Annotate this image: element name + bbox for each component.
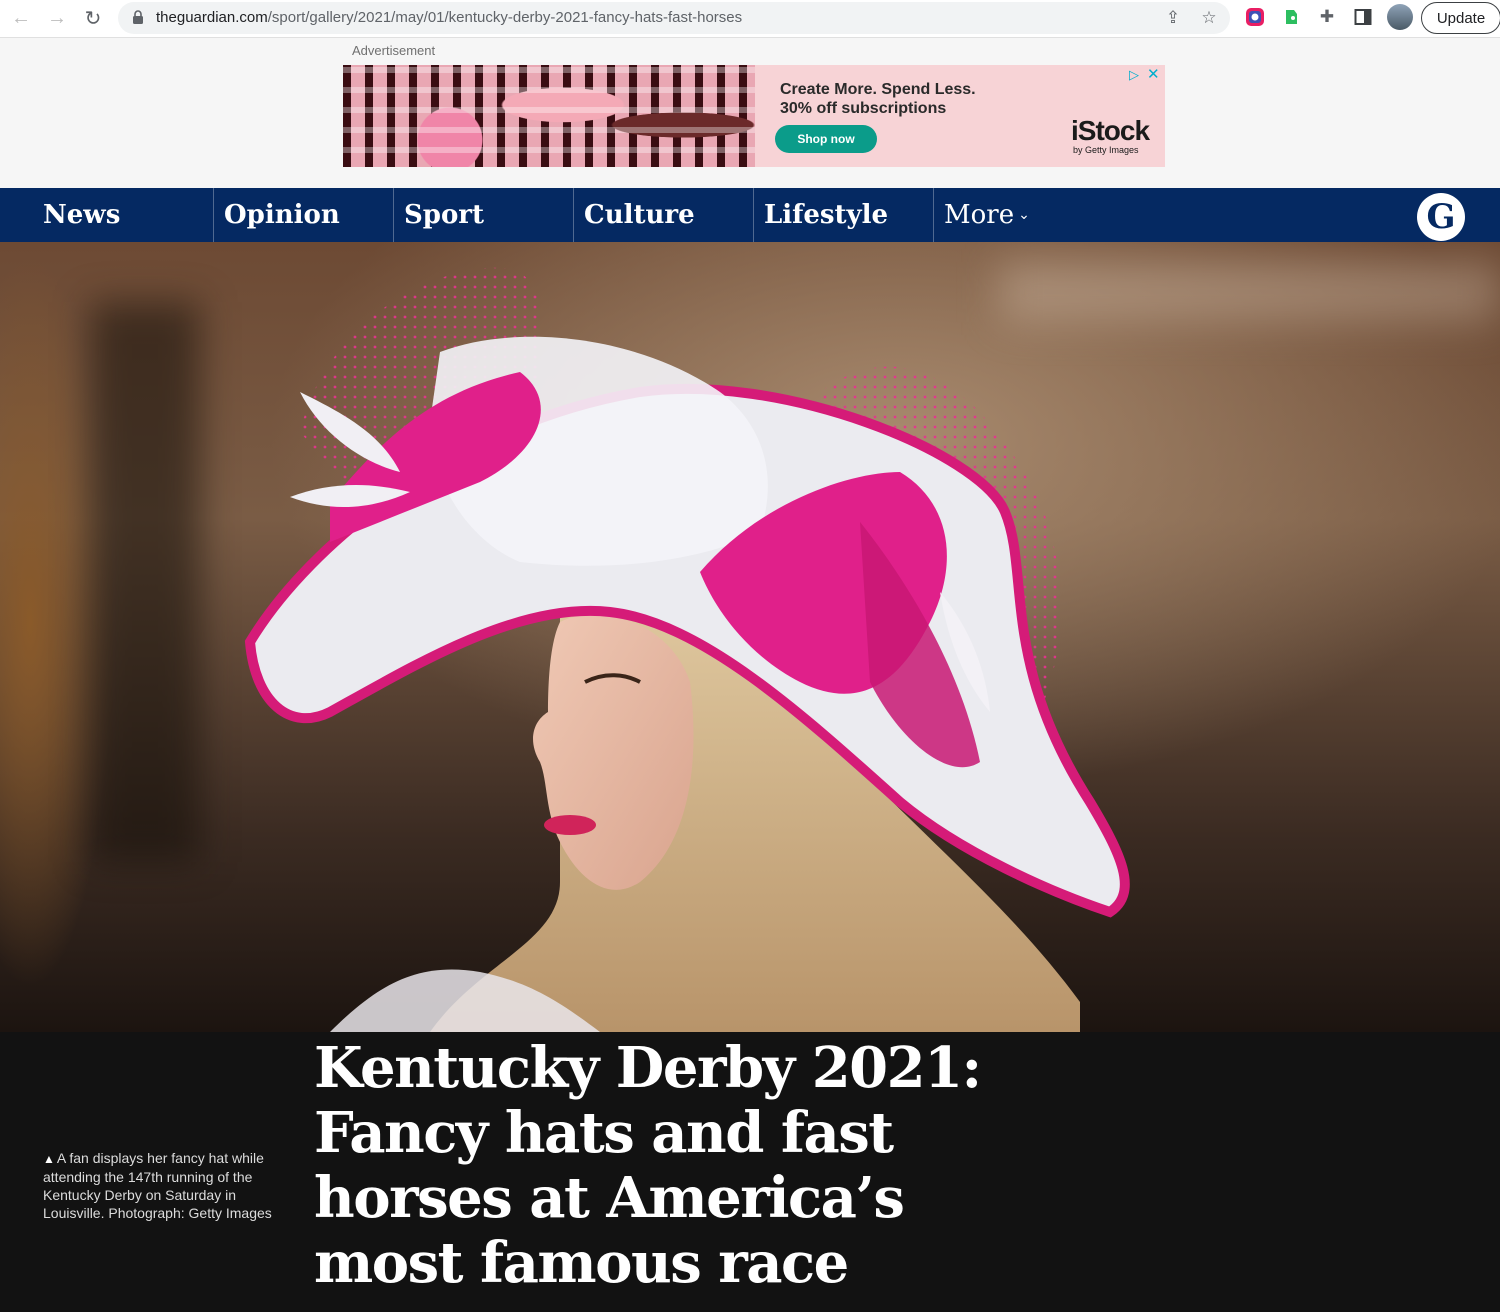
ad-shop-now-button[interactable]: Shop now: [775, 125, 877, 153]
profile-avatar[interactable]: [1387, 4, 1413, 30]
nav-item-opinion[interactable]: Opinion: [213, 188, 393, 242]
forward-icon[interactable]: →: [42, 4, 72, 32]
lock-icon: [133, 10, 143, 24]
extension-color-icon[interactable]: [1244, 6, 1266, 28]
url-path: /sport/gallery/2021/may/01/kentucky-derb…: [267, 9, 743, 26]
ad-banner[interactable]: Create More. Spend Less. 30% off subscri…: [343, 65, 1165, 167]
article-headline: Kentucky Derby 2021: Fancy hats and fast…: [314, 1035, 982, 1296]
advertisement-area: Advertisement Create More. Spend Less. 3…: [0, 38, 1500, 188]
nav-item-more[interactable]: More ⌄: [933, 188, 1093, 242]
nav-item-culture[interactable]: Culture: [573, 188, 753, 242]
update-button[interactable]: Update: [1421, 2, 1500, 34]
ad-headline-line2: 30% off subscriptions: [780, 100, 947, 117]
bookmark-star-icon[interactable]: ☆: [1198, 7, 1220, 29]
nav-item-news[interactable]: News: [33, 188, 213, 242]
ad-choices-icon[interactable]: ▷: [1129, 67, 1139, 83]
address-bar[interactable]: theguardian.com/sport/gallery/2021/may/0…: [118, 2, 1230, 34]
browser-toolbar: ← → ↻ theguardian.com/sport/gallery/2021…: [0, 0, 1500, 38]
puzzle-extensions-icon[interactable]: ✚: [1316, 6, 1338, 28]
nav-item-lifestyle[interactable]: Lifestyle: [753, 188, 933, 242]
ad-photo: [343, 65, 755, 167]
url-domain: theguardian.com: [156, 9, 268, 26]
evernote-icon[interactable]: [1280, 6, 1302, 28]
hero-photo: [0, 242, 1500, 1032]
back-icon[interactable]: ←: [6, 4, 36, 32]
ad-brand-subtitle: by Getty Images: [1073, 145, 1139, 155]
ad-label: Advertisement: [352, 43, 436, 58]
chevron-down-icon: ⌄: [1018, 207, 1030, 223]
reload-icon[interactable]: ↻: [78, 4, 108, 32]
share-icon[interactable]: ⇪: [1162, 7, 1184, 29]
site-navigation: News Opinion Sport Culture Lifestyle Mor…: [0, 188, 1500, 242]
ad-headline-line1: Create More. Spend Less.: [780, 81, 976, 98]
hero-illustration: [244, 267, 1130, 1032]
url-text: theguardian.com/sport/gallery/2021/may/0…: [156, 9, 742, 26]
caption-triangle-icon: ▲: [43, 1152, 55, 1166]
photo-caption: ▲ A fan displays her fancy hat while atte…: [43, 1149, 283, 1222]
side-panel-icon[interactable]: [1352, 6, 1374, 28]
ad-headline: Create More. Spend Less. 30% off subscri…: [780, 80, 976, 118]
nav-more-label: More: [944, 200, 1015, 230]
ad-close-icon[interactable]: ✕: [1147, 65, 1160, 83]
caption-text: A fan displays her fancy hat while atten…: [43, 1150, 272, 1221]
nav-item-sport[interactable]: Sport: [393, 188, 573, 242]
guardian-logo[interactable]: G: [1417, 193, 1465, 241]
ad-brand-logo: iStock: [1071, 115, 1150, 146]
